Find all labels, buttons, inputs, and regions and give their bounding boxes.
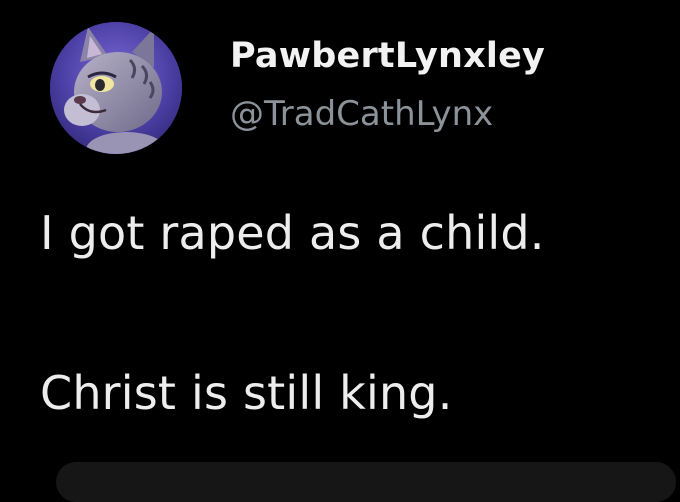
tweet-text-line-2: Christ is still king.: [40, 366, 453, 420]
display-name[interactable]: PawbertLynxley: [230, 36, 545, 76]
lynx-avatar-icon: [50, 22, 182, 154]
tweet-text-line-1: I got raped as a child.: [40, 206, 545, 260]
tweet-card: PawbertLynxley @TradCathLynx I got raped…: [0, 0, 680, 502]
embedded-card-edge: [56, 462, 676, 502]
user-handle[interactable]: @TradCathLynx: [230, 94, 493, 134]
avatar[interactable]: [50, 22, 182, 154]
